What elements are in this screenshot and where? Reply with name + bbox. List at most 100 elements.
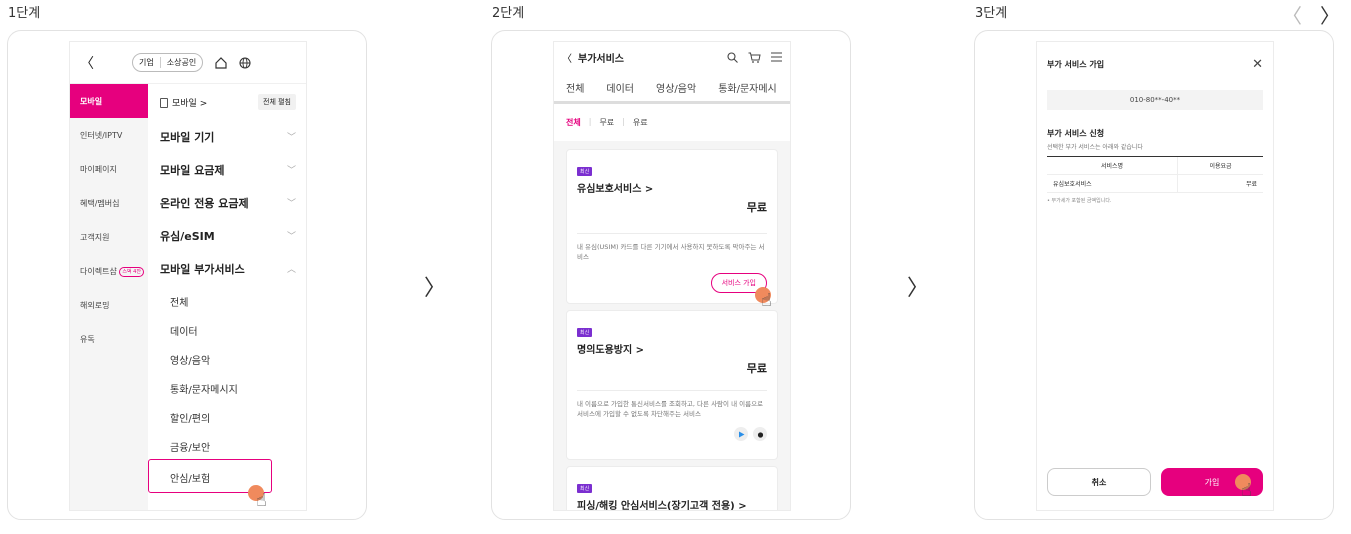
service-card[interactable]: 최신 유심보호서비스 > 무료 내 유심(USIM) 카드를 다른 기기에서 사… <box>566 149 778 311</box>
segment-pill[interactable]: 기업 소상공인 <box>132 53 204 72</box>
service-price: 무료 <box>746 362 767 375</box>
sub-call-sms[interactable]: 통화/문자메시지 <box>148 372 306 401</box>
section-mobile-device[interactable]: 모바일 기기 ﹀ <box>148 120 306 153</box>
sub-discount[interactable]: 할인/편의 <box>148 401 306 430</box>
menu-udok[interactable]: 유독 <box>70 322 148 356</box>
cell-service: 유심보호서비스 <box>1053 181 1092 188</box>
service-title[interactable]: 명의도용방지 > <box>577 341 767 356</box>
menu-icon[interactable] <box>771 52 782 62</box>
cell-fee: 무료 <box>1177 175 1263 192</box>
filter-free[interactable]: 무료 <box>599 117 614 128</box>
service-title[interactable]: 피싱/해킹 안심서비스(장기고객 전용) > <box>577 497 767 510</box>
menu-support[interactable]: 고객지원 <box>70 220 148 254</box>
pill-small-business[interactable]: 소상공인 <box>159 57 196 68</box>
section-label: 유심/eSIM <box>160 229 215 243</box>
phone-number: 010-80**-40** <box>1047 90 1263 110</box>
home-icon[interactable] <box>215 56 227 69</box>
hand-pointer-icon: ☝ <box>1241 480 1252 501</box>
square-icon <box>160 98 168 108</box>
price-filters: 전체 | 무료 | 유료 <box>554 104 790 141</box>
screen-3-phone: 부가 서비스 가입 ✕ 010-80**-40** 부가 서비스 신청 선택한 … <box>1036 41 1274 511</box>
service-list: 최신 유심보호서비스 > 무료 내 유심(USIM) 카드를 다른 기기에서 사… <box>554 141 790 510</box>
step-1-label: 1단계 <box>8 6 41 21</box>
carousel-nav: 〈 〉 <box>1282 0 1340 29</box>
google-play-icon[interactable] <box>734 427 748 441</box>
service-price: 무료 <box>746 201 767 214</box>
menu-direct-shop[interactable]: 다이렉트샵 스벅 4잔 <box>70 254 148 288</box>
divider <box>577 390 767 391</box>
section-label: 온라인 전용 요금제 <box>160 196 249 210</box>
screen-2-phone: 〈 부가서비스 전체 데이터 영상/음악 통화/문자메시 전체 | 무료 | 유료 … <box>553 41 791 511</box>
top-icons <box>727 51 782 63</box>
step-2-label: 2단계 <box>492 6 525 21</box>
tab-all[interactable]: 전체 <box>566 80 584 95</box>
back-icon[interactable]: 〈 <box>562 50 572 65</box>
direct-badge: 스벅 4잔 <box>119 266 144 277</box>
vat-note: • 부가세가 포함된 금액입니다. <box>1047 198 1112 204</box>
cancel-button[interactable]: 취소 <box>1047 468 1151 496</box>
close-icon[interactable]: ✕ <box>1252 57 1263 72</box>
new-badge: 최신 <box>577 167 593 176</box>
modal-actions: 취소 가입 <box>1047 468 1263 496</box>
tab-video-music[interactable]: 영상/음악 <box>656 80 696 95</box>
breadcrumb: 모바일 > 전체 펼침 <box>148 84 306 120</box>
section-usim[interactable]: 유심/eSIM ﹀ <box>148 219 306 252</box>
section-subtitle: 선택한 부가 서비스는 아래와 같습니다 <box>1047 144 1143 151</box>
globe-icon[interactable] <box>239 56 251 69</box>
expand-all-button[interactable]: 전체 펼침 <box>258 94 296 110</box>
filter-all[interactable]: 전체 <box>566 117 581 128</box>
pill-business[interactable]: 기업 <box>139 57 154 68</box>
menu-roaming[interactable]: 해외로밍 <box>70 288 148 322</box>
service-desc: 내 유심(USIM) 카드를 다른 기기에서 사용하지 못하도록 막아주는 서비… <box>577 243 765 261</box>
service-card[interactable]: 최신 명의도용방지 > 무료 내 이름으로 가입한 통신서비스를 조회하고, 다… <box>566 310 778 460</box>
search-icon[interactable] <box>727 51 738 63</box>
menu-benefits[interactable]: 혜택/멤버십 <box>70 186 148 220</box>
section-label: 모바일 부가서비스 <box>160 262 245 276</box>
sub-finance[interactable]: 금융/보안 <box>148 430 306 459</box>
hand-pointer-icon: ☝ <box>761 290 772 311</box>
tab-data[interactable]: 데이터 <box>606 80 634 95</box>
chevron-up-icon: ︿ <box>286 265 296 275</box>
section-addon[interactable]: 모바일 부가서비스 ︿ <box>148 252 306 285</box>
section-online-plan[interactable]: 온라인 전용 요금제 ﹀ <box>148 186 306 219</box>
menu-internet[interactable]: 인터넷/IPTV <box>70 118 148 152</box>
service-desc: 내 이름으로 가입한 통신서비스를 조회하고, 다른 사람이 내 이름으로 서비… <box>577 400 764 418</box>
filter-paid[interactable]: 유료 <box>633 117 648 128</box>
divider <box>577 233 767 234</box>
tab-call-sms[interactable]: 통화/문자메시 <box>718 80 777 95</box>
chevron-down-icon: ﹀ <box>286 232 296 242</box>
hand-pointer-icon: ☝ <box>256 490 267 511</box>
step-1-card: 〈 기업 소상공인 모바일 인터넷/IPTV 마이페이지 혜택/멤버십 고객지원… <box>7 30 367 520</box>
prev-arrow-icon[interactable]: 〈 <box>1282 0 1302 29</box>
next-arrow-icon[interactable]: 〉 <box>1320 0 1340 29</box>
back-icon[interactable]: 〈 <box>80 53 94 73</box>
service-title[interactable]: 유심보호서비스 > <box>577 180 767 195</box>
crumb-mobile[interactable]: 모바일 > <box>160 96 207 109</box>
step-arrow-icon: 〉 <box>424 276 447 301</box>
category-tabs: 전체 데이터 영상/음악 통화/문자메시 <box>554 72 790 104</box>
page-title: 부가서비스 <box>578 53 624 65</box>
menu-direct-label: 다이렉트샵 <box>80 267 117 276</box>
section-mobile-plan[interactable]: 모바일 요금제 ﹀ <box>148 153 306 186</box>
sub-data[interactable]: 데이터 <box>148 314 306 343</box>
step-3-label: 3단계 <box>975 6 1008 21</box>
screen-1-phone: 〈 기업 소상공인 모바일 인터넷/IPTV 마이페이지 혜택/멤버십 고객지원… <box>69 41 307 511</box>
menu-mypage[interactable]: 마이페이지 <box>70 152 148 186</box>
apple-icon[interactable] <box>753 427 767 441</box>
menu-mobile[interactable]: 모바일 <box>70 84 148 118</box>
chevron-down-icon: ﹀ <box>286 133 296 143</box>
service-table: 서비스명 이용요금 유심보호서비스 무료 <box>1047 156 1263 193</box>
app-icons <box>577 427 767 441</box>
cart-icon[interactable] <box>748 52 761 63</box>
table-header: 서비스명 이용요금 <box>1047 157 1263 175</box>
table-row: 유심보호서비스 무료 <box>1047 175 1263 193</box>
step-arrow-icon: 〉 <box>907 276 930 301</box>
header-service: 서비스명 <box>1100 163 1124 170</box>
sub-all[interactable]: 전체 <box>148 285 306 314</box>
sub-video-music[interactable]: 영상/음악 <box>148 343 306 372</box>
step-3-card: 부가 서비스 가입 ✕ 010-80**-40** 부가 서비스 신청 선택한 … <box>974 30 1334 520</box>
service-card[interactable]: 최신 피싱/해킹 안심서비스(장기고객 전용) > <box>566 466 778 510</box>
new-badge: 최신 <box>577 484 593 493</box>
left-menu: 모바일 인터넷/IPTV 마이페이지 혜택/멤버십 고객지원 다이렉트샵 스벅 … <box>70 84 148 510</box>
divider: | <box>622 117 625 126</box>
